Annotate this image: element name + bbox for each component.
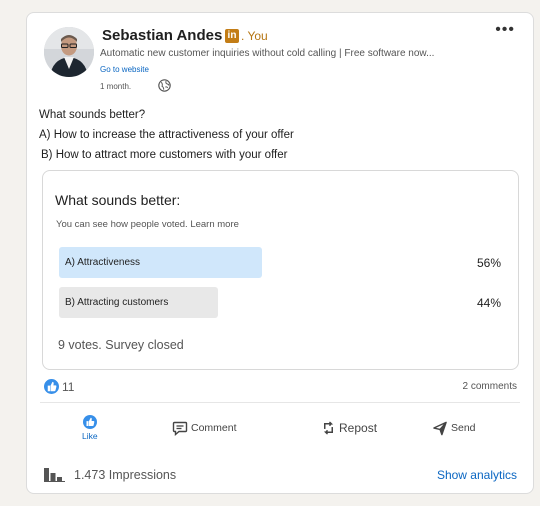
bar-chart-icon: [44, 468, 65, 482]
post-body: What sounds better? A) How to increase t…: [39, 105, 294, 165]
repost-button[interactable]: Repost: [321, 409, 377, 447]
website-link[interactable]: Go to website: [100, 65, 149, 74]
impressions[interactable]: 1.473 Impressions: [44, 467, 176, 482]
poll-option-label: A) Attractiveness: [65, 257, 141, 268]
avatar[interactable]: [44, 27, 94, 77]
poll-option-percent: 56%: [476, 256, 501, 270]
poll-note[interactable]: You can see how people voted. Learn more: [56, 219, 239, 230]
like-button[interactable]: Like: [82, 409, 98, 447]
post-line: What sounds better?: [39, 109, 146, 121]
comment-label: Comment: [191, 422, 237, 434]
more-icon[interactable]: •••: [495, 21, 515, 39]
poll-option-label: B) Attracting customers: [65, 297, 169, 308]
like-reaction-icon: [44, 379, 59, 394]
comment-button[interactable]: Comment: [172, 409, 237, 447]
linkedin-premium-icon: in: [225, 29, 239, 43]
repost-label: Repost: [339, 421, 378, 435]
send-label: Send: [451, 422, 476, 434]
author-name[interactable]: Sebastian Andes: [102, 27, 222, 44]
poll-footer: 9 votes. Survey closed: [58, 338, 184, 352]
comments-count[interactable]: 2 comments: [463, 381, 517, 392]
show-analytics-link[interactable]: Show analytics: [437, 468, 517, 482]
post-time: 1 month.: [100, 82, 132, 91]
author-headline: Automatic new customer inquiries without…: [100, 48, 435, 59]
like-label: Like: [82, 431, 98, 441]
poll-option-percent: 44%: [476, 296, 501, 310]
divider: [40, 402, 520, 403]
post-line: A) How to increase the attractiveness of…: [39, 129, 294, 141]
comment-icon: [172, 421, 188, 436]
post-card: Sebastian Andes in . You Automatic new c…: [26, 12, 534, 494]
you-label: . You: [241, 29, 268, 43]
reaction-count: 11: [62, 380, 75, 394]
post-line: B) How to attract more customers with yo…: [41, 149, 288, 161]
send-button[interactable]: Send: [432, 409, 476, 447]
like-icon: [82, 415, 97, 429]
impressions-label: 1.473 Impressions: [74, 467, 177, 482]
poll: What sounds better: You can see how peop…: [42, 170, 519, 370]
globe-icon: [158, 79, 171, 92]
repost-icon: [323, 421, 334, 435]
poll-question: What sounds better:: [55, 192, 181, 208]
send-icon: [433, 421, 447, 435]
